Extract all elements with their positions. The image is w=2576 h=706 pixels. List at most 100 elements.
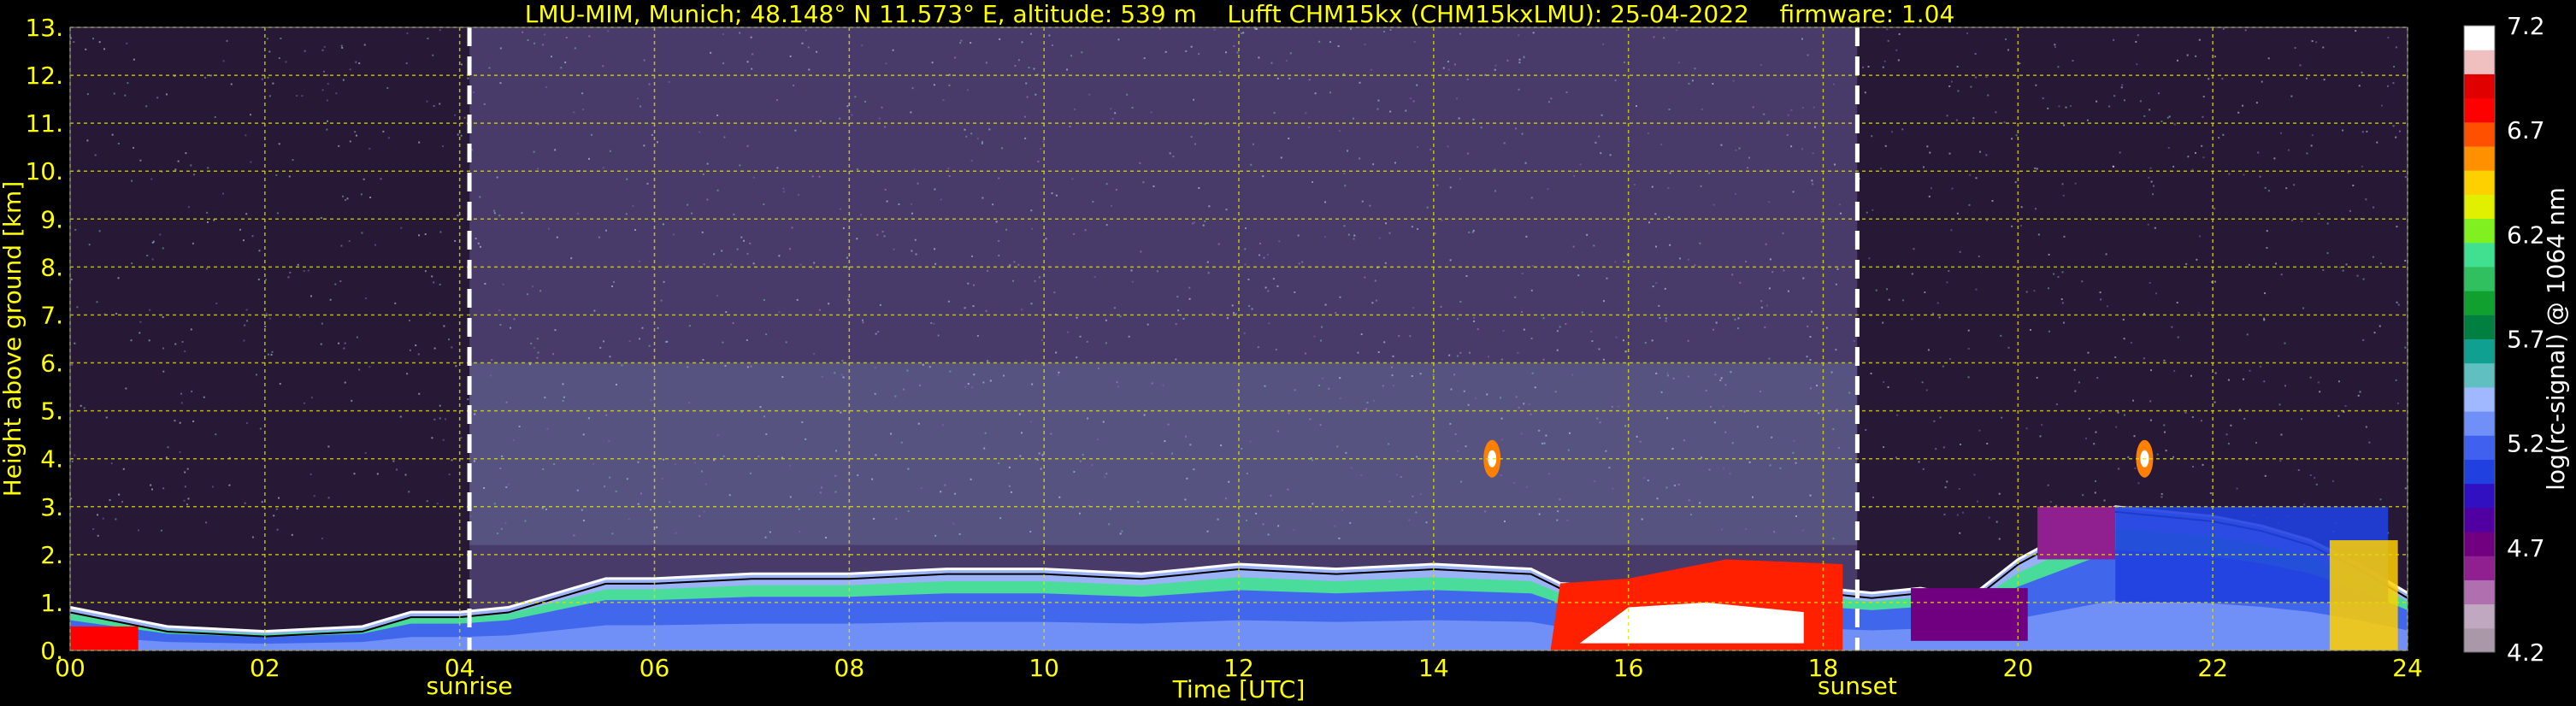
noise-dot <box>457 133 459 136</box>
noise-dot <box>841 360 844 362</box>
noise-dot <box>2047 107 2049 109</box>
noise-dot <box>355 61 357 63</box>
noise-dot <box>86 93 89 96</box>
noise-dot <box>2294 47 2296 50</box>
noise-dot <box>877 331 880 333</box>
noise-dot <box>900 441 903 444</box>
noise-dot <box>1257 346 1259 349</box>
noise-dot <box>1987 94 1989 97</box>
noise-dot <box>1014 65 1017 68</box>
noise-dot <box>187 206 190 209</box>
noise-dot <box>268 50 271 53</box>
noise-dot <box>1468 231 1471 233</box>
noise-dot <box>1974 76 1977 79</box>
noise-dot <box>1566 519 1569 521</box>
noise-dot <box>392 460 395 462</box>
noise-dot <box>1349 521 1352 524</box>
noise-dot <box>1305 112 1307 115</box>
noise-dot <box>1364 276 1366 279</box>
noise-dot <box>258 250 261 252</box>
noise-dot <box>602 65 604 68</box>
noise-dot <box>439 404 441 407</box>
noise-dot <box>1131 106 1134 109</box>
noise-dot <box>998 177 1000 179</box>
noise-dot <box>1654 213 1657 215</box>
noise-dot <box>1371 302 1374 304</box>
noise-dot <box>599 346 602 349</box>
noise-dot <box>239 228 242 231</box>
noise-dot <box>1105 319 1107 321</box>
noise-dot <box>2301 220 2303 222</box>
noise-dot <box>2029 328 2031 331</box>
noise-dot <box>1599 421 1601 424</box>
noise-dot <box>703 510 705 513</box>
noise-dot <box>811 268 814 270</box>
noise-dot <box>989 379 992 382</box>
noise-dot <box>551 56 553 58</box>
noise-dot <box>271 350 274 353</box>
noise-dot <box>518 425 521 427</box>
noise-dot <box>662 223 664 226</box>
noise-dot <box>1655 372 1658 374</box>
noise-dot <box>931 62 934 64</box>
noise-dot <box>1594 480 1596 483</box>
noise-dot <box>581 109 584 111</box>
noise-dot <box>970 159 973 162</box>
noise-dot <box>1655 245 1658 248</box>
noise-dot <box>451 346 453 349</box>
noise-dot <box>1577 274 1580 277</box>
noise-dot <box>570 257 573 260</box>
noise-dot <box>1647 132 1649 134</box>
noise-dot <box>1449 186 1452 189</box>
noise-dot <box>1793 439 1795 442</box>
y-tick-label: 2. <box>40 541 63 569</box>
noise-dot <box>651 133 653 136</box>
noise-dot <box>673 233 675 236</box>
noise-dot <box>998 462 1000 464</box>
noise-dot <box>1968 203 1971 206</box>
noise-dot <box>2054 46 2056 49</box>
noise-dot <box>499 467 502 469</box>
noise-dot <box>2020 225 2023 227</box>
daytime-noise <box>469 27 1858 650</box>
noise-dot <box>1277 525 1280 527</box>
noise-dot <box>813 262 816 264</box>
noise-dot <box>999 517 1002 520</box>
noise-dot <box>1623 61 1625 63</box>
noise-dot <box>2287 149 2290 151</box>
noise-dot <box>1377 99 1380 102</box>
noise-dot <box>846 256 848 259</box>
noise-dot <box>111 133 114 136</box>
noise-dot <box>948 174 951 177</box>
noise-dot <box>276 528 279 531</box>
noise-dot <box>1025 82 1028 85</box>
noise-dot <box>1202 224 1205 227</box>
noise-dot <box>424 233 427 236</box>
noise-dot <box>1886 288 1889 291</box>
y-tick-label: 11. <box>25 109 63 138</box>
noise-dot <box>1911 318 1913 321</box>
noise-dot <box>793 84 795 86</box>
noise-dot <box>1137 501 1140 503</box>
noise-dot <box>261 78 263 80</box>
noise-dot <box>751 68 753 70</box>
noise-dot <box>522 31 524 33</box>
noise-dot <box>2398 130 2401 132</box>
noise-dot <box>922 363 924 366</box>
noise-dot <box>2020 206 2023 209</box>
noise-dot <box>2087 351 2090 354</box>
noise-dot <box>326 120 328 122</box>
noise-dot <box>2072 59 2074 62</box>
noise-dot <box>959 42 962 44</box>
noise-dot <box>1747 167 1749 169</box>
noise-dot <box>2301 418 2303 421</box>
noise-dot <box>150 178 153 180</box>
noise-dot <box>819 120 822 122</box>
noise-dot <box>1382 385 1384 387</box>
noise-dot <box>181 340 184 343</box>
noise-dot <box>2039 435 2042 438</box>
noise-dot <box>439 29 441 32</box>
noise-dot <box>1700 185 1702 187</box>
noise-dot <box>1472 229 1475 232</box>
noise-dot <box>1477 328 1479 331</box>
